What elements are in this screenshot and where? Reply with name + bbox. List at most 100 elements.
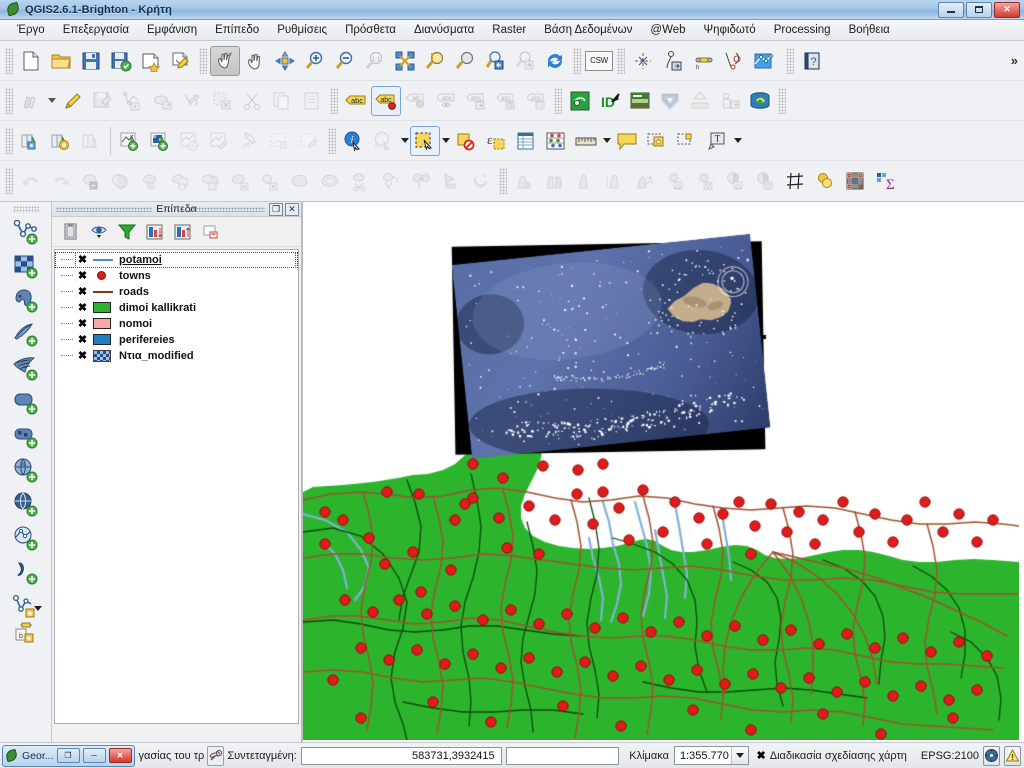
- redo-icon[interactable]: [46, 166, 76, 196]
- toolbar-grip-csw[interactable]: [573, 47, 581, 74]
- identify-features-icon[interactable]: i: [339, 126, 369, 156]
- print-dotted-icon[interactable]: [265, 126, 295, 156]
- select-by-expression-icon[interactable]: ε: [481, 126, 511, 156]
- menu-mosaic[interactable]: Ψηφιδωτό: [695, 22, 765, 38]
- zoom-full-extent-icon[interactable]: [270, 46, 300, 76]
- render-checkbox[interactable]: ✖: [757, 750, 766, 762]
- zoom-to-layer-icon[interactable]: [450, 46, 480, 76]
- layers-tree[interactable]: ✖ potamoi ✖ towns ✖ roads ✖ dimoi kallik…: [54, 249, 299, 724]
- measure-line-icon[interactable]: [571, 126, 601, 156]
- erase-icon[interactable]: [256, 166, 286, 196]
- shield-up-icon[interactable]: [685, 86, 715, 116]
- map-star-icon[interactable]: [175, 126, 205, 156]
- symmetrical-difference-icon[interactable]: [166, 166, 196, 196]
- id-arrow-icon[interactable]: ID: [595, 86, 625, 116]
- db-manager-icon[interactable]: [745, 86, 775, 116]
- shield-down-icon[interactable]: [655, 86, 685, 116]
- menu-vector[interactable]: Διανύσματα: [405, 22, 483, 38]
- toolbar-grip[interactable]: [5, 47, 13, 74]
- statistics-icon[interactable]: [541, 126, 571, 156]
- reshape-features-icon[interactable]: [718, 46, 748, 76]
- select-features-dropdown[interactable]: [440, 126, 451, 156]
- brightness-down-icon[interactable]: [750, 166, 780, 196]
- toolbar-grip-help[interactable]: [786, 47, 794, 74]
- add-delimited-text-layer-icon[interactable]: [9, 555, 43, 589]
- layer-checkbox[interactable]: ✖: [77, 302, 88, 314]
- rotate-icon[interactable]: [466, 166, 496, 196]
- paste-features-icon[interactable]: [297, 86, 327, 116]
- remove-layer-icon[interactable]: [198, 219, 224, 245]
- layer-item-dimoi-kallikrati[interactable]: ✖ dimoi kallikrati: [55, 300, 298, 316]
- zoom-next-icon[interactable]: [510, 46, 540, 76]
- vertical-toolbar-grip[interactable]: [12, 206, 39, 213]
- new-print-composer-icon[interactable]: [136, 46, 166, 76]
- layer-checkbox[interactable]: ✖: [77, 254, 88, 266]
- add-mssql-layer-icon[interactable]: [9, 351, 43, 385]
- menu-project[interactable]: Έργο: [8, 22, 54, 38]
- label-pin-icon[interactable]: abc: [371, 85, 401, 116]
- taskbar-close-button[interactable]: ✕: [108, 748, 132, 763]
- menu-edit[interactable]: Επεξεργασία: [54, 22, 138, 38]
- menu-settings[interactable]: Ρυθμίσεις: [268, 22, 336, 38]
- layer-checkbox[interactable]: ✖: [77, 270, 88, 282]
- add-feature-icon[interactable]: [117, 86, 147, 116]
- crs-globe-icon[interactable]: [983, 745, 1000, 766]
- maximize-button[interactable]: [966, 1, 992, 18]
- measure-dropdown[interactable]: [601, 126, 612, 156]
- map-tips-icon[interactable]: [369, 126, 399, 156]
- menu-help[interactable]: Βοήθεια: [840, 22, 899, 38]
- toggle-editing-icon[interactable]: [57, 86, 87, 116]
- current-edits-dropdown[interactable]: [46, 86, 57, 116]
- convex-hull-icon[interactable]: [286, 166, 316, 196]
- save-layer-edits-icon[interactable]: [87, 86, 117, 116]
- panel-close-button[interactable]: ✕: [285, 203, 299, 216]
- map-tips-dropdown[interactable]: [399, 126, 410, 156]
- scale-combobox[interactable]: 1:355.770: [673, 746, 749, 765]
- toolbar-grip-raster[interactable]: [499, 168, 507, 194]
- label-move-icon[interactable]: abc: [461, 86, 491, 116]
- close-button[interactable]: ✕: [994, 1, 1020, 18]
- extent-input[interactable]: [505, 746, 620, 765]
- refresh-icon[interactable]: [540, 46, 570, 76]
- add-spatialite-layer-icon[interactable]: [9, 317, 43, 351]
- form-annotation-icon[interactable]: T: [702, 126, 732, 156]
- contrast-up-icon[interactable]: [660, 166, 690, 196]
- coordinate-input[interactable]: 583731,3932415: [300, 746, 502, 765]
- toolbar-grip-manage[interactable]: [5, 127, 13, 154]
- menu-view[interactable]: Εμφάνιση: [138, 22, 206, 38]
- label-hide-icon[interactable]: ab: [401, 86, 431, 116]
- multipart-to-single-icon[interactable]: [376, 166, 406, 196]
- current-edits-icon[interactable]: [16, 86, 46, 116]
- grid-icon[interactable]: [780, 166, 810, 196]
- add-postgis-layer-icon[interactable]: [9, 283, 43, 317]
- dissolve-icon[interactable]: [196, 166, 226, 196]
- layer-item-nomoi[interactable]: ✖ nomoi: [55, 316, 298, 332]
- layer-item-perifereies[interactable]: ✖ perifereies: [55, 332, 298, 348]
- zoom-out-icon[interactable]: [330, 46, 360, 76]
- add-wms-layer-icon[interactable]: W: [9, 453, 43, 487]
- chevron-down-icon[interactable]: [730, 747, 748, 764]
- composer-manager-icon[interactable]: [166, 46, 196, 76]
- histogram-2-icon[interactable]: [540, 166, 570, 196]
- polygon-centroid-icon[interactable]: [436, 166, 466, 196]
- save-project-as-icon[interactable]: [106, 46, 136, 76]
- save-project-icon[interactable]: [76, 46, 106, 76]
- select-features-icon[interactable]: [410, 125, 440, 156]
- menu-plugins[interactable]: Πρόσθετα: [336, 22, 405, 38]
- union-icon[interactable]: [136, 166, 166, 196]
- plugin-green-icon[interactable]: [565, 86, 595, 116]
- node-edit-icon[interactable]: [177, 86, 207, 116]
- new-project-icon[interactable]: [16, 46, 46, 76]
- pin-icon[interactable]: [235, 126, 265, 156]
- new-raster-add-icon[interactable]: [145, 126, 175, 156]
- histogram-3-icon[interactable]: [570, 166, 600, 196]
- toolbar-grip-navigation[interactable]: [199, 47, 207, 74]
- open-attribute-table-import-icon[interactable]: [16, 126, 46, 156]
- layer-checkbox[interactable]: ✖: [77, 334, 88, 346]
- menu-raster[interactable]: Raster: [483, 22, 535, 38]
- delete-selected-icon[interactable]: [207, 86, 237, 116]
- toolbar-grip-plugins[interactable]: [554, 87, 562, 114]
- label-show-icon[interactable]: abc: [431, 86, 461, 116]
- histogram-icon[interactable]: [510, 166, 540, 196]
- move-feature-icon[interactable]: [147, 86, 177, 116]
